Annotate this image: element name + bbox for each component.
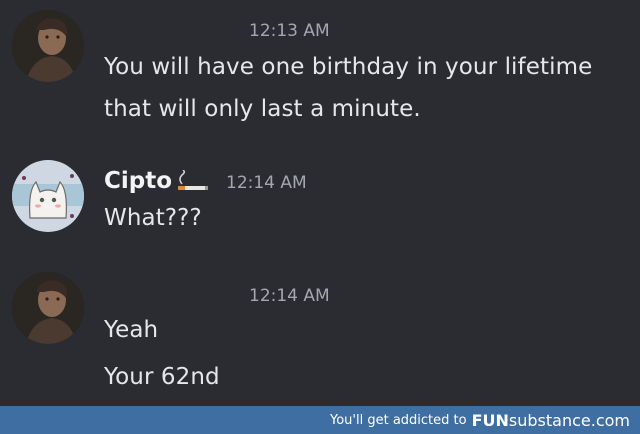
message-timestamp: 12:14 AM	[249, 286, 330, 306]
watermark-bar: You'll get addicted to FUNsubstance.com	[0, 406, 640, 434]
cigarette-icon	[176, 169, 212, 198]
message-timestamp: 12:14 AM	[226, 173, 307, 193]
message-text: that will only last a minute.	[104, 96, 421, 122]
chat-log: 12:13 AM You will have one birthday in y…	[0, 0, 640, 406]
user-avatar-man[interactable]	[12, 10, 84, 82]
message-text: What???	[104, 205, 202, 231]
message-text: Yeah	[104, 317, 159, 343]
watermark-brand-rest: substance.com	[508, 410, 630, 430]
message-timestamp: 12:13 AM	[249, 21, 330, 41]
watermark-brand[interactable]: FUNsubstance.com	[472, 411, 630, 430]
watermark-tagline: You'll get addicted to	[330, 412, 467, 428]
user-avatar-cat[interactable]	[12, 160, 84, 232]
watermark-brand-bold: FUN	[471, 410, 509, 430]
message-text: You will have one birthday in your lifet…	[104, 54, 593, 80]
message-text: Your 62nd	[104, 364, 220, 390]
message-author[interactable]: Cipto	[104, 168, 172, 194]
user-avatar-man[interactable]	[12, 272, 84, 344]
